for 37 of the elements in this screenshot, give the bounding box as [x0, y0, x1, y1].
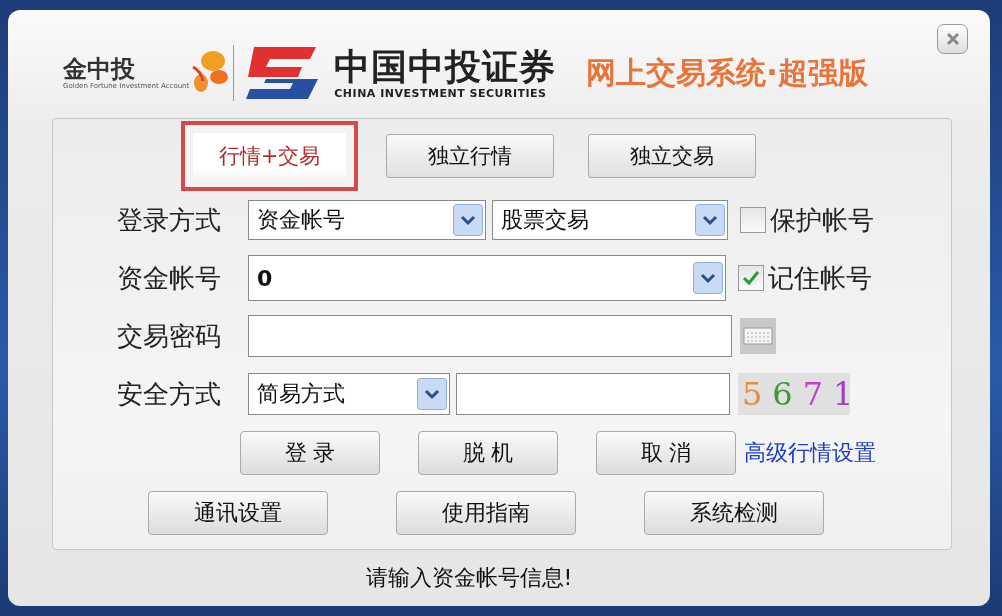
field-label: 交易密码: [117, 319, 222, 353]
tool-button[interactable]: 系统检测: [644, 491, 824, 535]
captcha-digit: 5: [742, 378, 763, 410]
checkbox-label: 保护帐号: [770, 203, 874, 237]
mode-tab[interactable]: 独立行情: [386, 134, 554, 178]
advanced-settings-link[interactable]: 高级行情设置: [744, 438, 876, 468]
close-icon: [945, 32, 960, 46]
tool-button[interactable]: 使用指南: [396, 491, 576, 535]
mode-tab[interactable]: 行情+交易: [181, 121, 358, 191]
company-name: 中国中投证券: [334, 46, 557, 87]
action-button[interactable]: 取 消: [596, 431, 736, 475]
captcha-digit: 7: [802, 378, 824, 410]
captcha-field[interactable]: [456, 373, 730, 415]
keyboard-icon[interactable]: [740, 318, 776, 354]
close-button[interactable]: [937, 24, 968, 54]
field-label: 资金帐号: [117, 261, 222, 295]
password-field[interactable]: [248, 315, 732, 357]
dropdown[interactable]: 资金帐号: [248, 200, 486, 240]
account-dropdown[interactable]: 0: [248, 255, 726, 301]
action-button[interactable]: 脱 机: [418, 431, 558, 475]
product-title: 网上交易系统·超强版: [586, 53, 868, 92]
checkmark-icon: [742, 270, 760, 286]
tool-button[interactable]: 通讯设置: [148, 491, 328, 535]
field-label: 安全方式: [117, 377, 222, 411]
partner-name: 金中投: [63, 55, 135, 82]
company-english-name: CHINA INVESTMENT SECURITIES: [334, 86, 548, 100]
status-message: 请输入资金帐号信息!: [365, 564, 573, 592]
checkbox[interactable]: [740, 207, 766, 233]
captcha-digit: 1: [833, 378, 854, 410]
checkbox[interactable]: [738, 265, 764, 291]
dropdown[interactable]: 股票交易: [492, 200, 728, 240]
checkbox-label: 记住帐号: [768, 261, 872, 295]
captcha-digit: 6: [772, 378, 793, 410]
mode-tab[interactable]: 独立交易: [588, 134, 756, 178]
action-button[interactable]: 登 录: [240, 431, 380, 475]
dropdown[interactable]: 简易方式: [248, 373, 450, 415]
field-label: 登录方式: [117, 203, 222, 237]
